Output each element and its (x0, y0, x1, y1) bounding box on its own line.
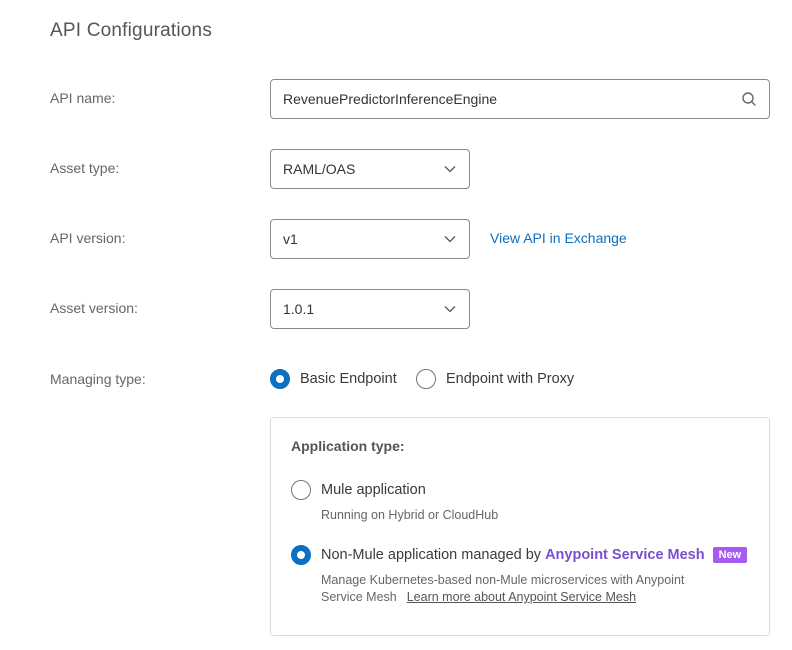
non-mule-description-line1: Manage Kubernetes-based non-Mule microse… (321, 573, 685, 587)
api-version-label: API version: (50, 230, 126, 246)
asset-version-select[interactable]: 1.0.1 (270, 289, 470, 329)
api-version-value: v1 (283, 231, 298, 247)
api-name-input[interactable] (283, 91, 741, 107)
anypoint-service-mesh-brand: Anypoint Service Mesh (545, 547, 705, 563)
endpoint-with-proxy-label: Endpoint with Proxy (446, 371, 575, 387)
asset-version-label: Asset version: (50, 300, 138, 316)
asset-type-value: RAML/OAS (283, 161, 356, 177)
chevron-down-icon (443, 232, 457, 246)
chevron-down-icon (443, 302, 457, 316)
radio-button[interactable] (416, 369, 436, 389)
view-api-in-exchange-link[interactable]: View API in Exchange (490, 230, 627, 246)
mule-application-label: Mule application (321, 482, 426, 498)
chevron-down-icon (443, 162, 457, 176)
mule-application-description: Running on Hybrid or CloudHub (321, 508, 499, 522)
radio-button-checked[interactable] (270, 369, 290, 389)
application-type-mule[interactable]: Mule application (291, 480, 426, 500)
basic-endpoint-label: Basic Endpoint (300, 371, 397, 387)
non-mule-application-description: Manage Kubernetes-based non-Mule microse… (321, 572, 684, 606)
radio-button[interactable] (291, 480, 311, 500)
managing-type-basic-endpoint[interactable]: Basic Endpoint (270, 369, 397, 389)
learn-more-service-mesh-link[interactable]: Learn more about Anypoint Service Mesh (407, 590, 636, 604)
radio-button-checked[interactable] (291, 545, 311, 565)
non-mule-application-label: Non-Mule application managed by (321, 547, 542, 563)
asset-type-select[interactable]: RAML/OAS (270, 149, 470, 189)
non-mule-description-line2: Service Mesh (321, 590, 397, 604)
asset-type-label: Asset type: (50, 160, 120, 176)
application-type-non-mule[interactable]: Non-Mule application managed by Anypoint… (291, 545, 748, 565)
managing-type-endpoint-with-proxy[interactable]: Endpoint with Proxy (416, 369, 574, 389)
api-name-label: API name: (50, 90, 116, 106)
api-name-field[interactable] (270, 79, 770, 119)
new-badge: New (712, 547, 748, 563)
search-icon[interactable] (741, 91, 757, 107)
application-type-title: Application type: (291, 438, 405, 454)
managing-type-label: Managing type: (50, 371, 146, 387)
asset-version-value: 1.0.1 (283, 301, 315, 317)
api-version-select[interactable]: v1 (270, 219, 470, 259)
page-title: API Configurations (50, 20, 213, 41)
application-type-panel: Application type: Mule application Runni… (270, 417, 770, 636)
